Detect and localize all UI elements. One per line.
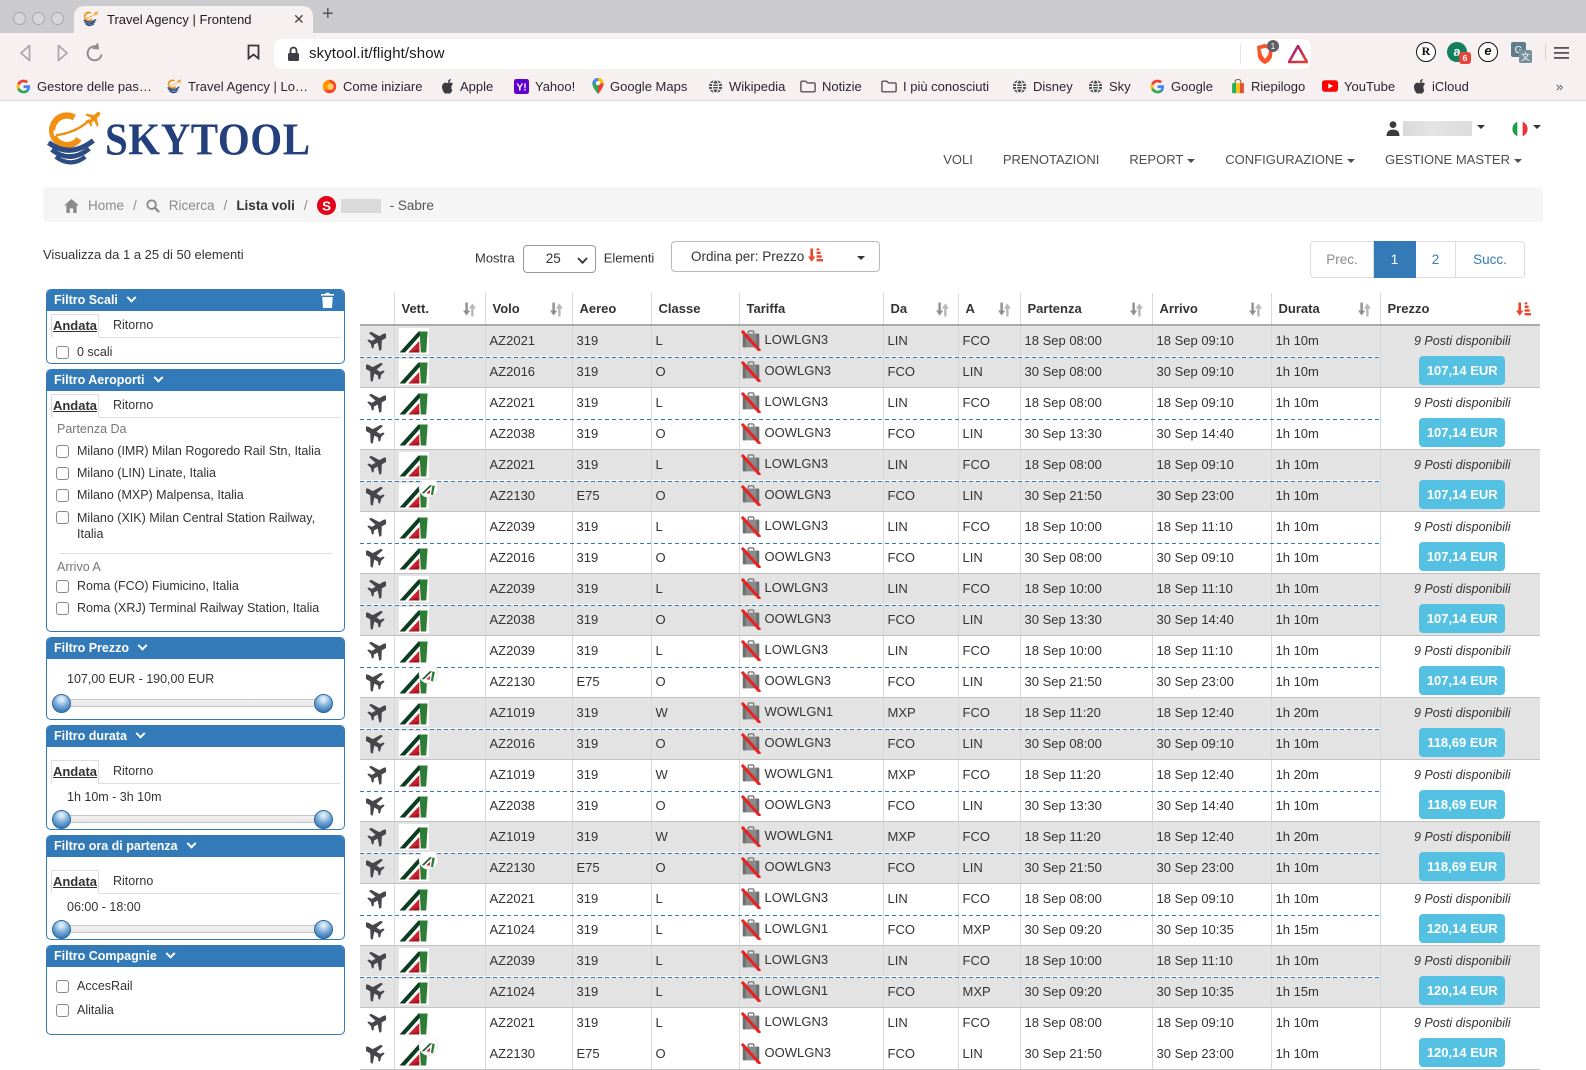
svg-text:文: 文 bbox=[1521, 51, 1530, 62]
svg-text:S: S bbox=[322, 198, 331, 213]
svg-text:Y!: Y! bbox=[516, 82, 526, 93]
